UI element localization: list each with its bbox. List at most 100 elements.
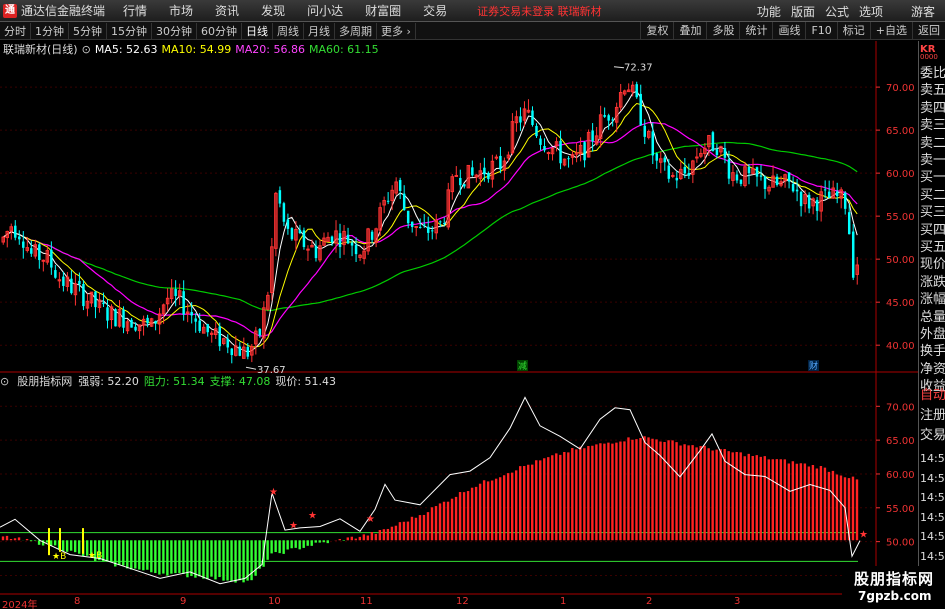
draw-line-button[interactable]: 画线 bbox=[772, 22, 805, 40]
period-15min[interactable]: 15分钟 bbox=[107, 22, 152, 39]
candle-body bbox=[519, 116, 522, 123]
price-tick-label: 70.00 bbox=[886, 83, 915, 94]
login-notice[interactable]: 证券交易未登录 联瑞新材 bbox=[477, 3, 602, 19]
side-time: 14:5 bbox=[920, 491, 945, 504]
candle-body bbox=[723, 148, 727, 158]
candle-body bbox=[194, 318, 197, 322]
multi-stock-button[interactable]: 多股 bbox=[706, 22, 739, 40]
price-tick-label: 60.00 bbox=[886, 169, 915, 180]
date-label: 1 bbox=[560, 596, 567, 607]
period-toolbar: 分时 1分钟 5分钟 15分钟 30分钟 60分钟 日线 周线 月线 多周期 更… bbox=[0, 22, 945, 40]
period-daily[interactable]: 日线 bbox=[242, 22, 273, 39]
candle-body bbox=[78, 280, 81, 285]
candle-body bbox=[851, 231, 855, 278]
candle-body bbox=[218, 326, 221, 347]
candle-body bbox=[338, 233, 342, 247]
star-marker-icon: ★ bbox=[269, 487, 278, 498]
candle-body bbox=[687, 172, 691, 176]
date-label: 3 bbox=[734, 596, 741, 607]
star-marker-icon: ★ bbox=[859, 530, 868, 541]
low-pointer bbox=[245, 366, 257, 370]
restore-rights-button[interactable]: 复权 bbox=[640, 22, 673, 40]
candle-body bbox=[130, 319, 133, 328]
candle-body bbox=[759, 175, 763, 177]
star-marker-icon: ★ bbox=[308, 511, 317, 522]
candle-body bbox=[683, 166, 687, 174]
candle-body bbox=[106, 307, 109, 321]
indicator-name[interactable]: 股朋指标网 bbox=[17, 373, 72, 389]
candle-body bbox=[134, 326, 137, 331]
menu-discover[interactable]: 发现 bbox=[261, 2, 285, 19]
kline-chart[interactable]: 70.00 65.00 60.00 55.00 50.00 45.00 40.00 72.3… bbox=[0, 41, 918, 596]
candle-body bbox=[546, 152, 551, 155]
candle-body bbox=[230, 348, 234, 356]
date-label: 2 bbox=[646, 596, 653, 607]
candle-body bbox=[398, 180, 402, 191]
menu-market[interactable]: 市场 bbox=[169, 2, 193, 19]
strong-weak-value: 强弱: 52.20 bbox=[78, 375, 139, 388]
mark-button[interactable]: 标记 bbox=[836, 22, 870, 40]
candle-body bbox=[487, 172, 490, 180]
period-timeshare[interactable]: 分时 bbox=[0, 22, 31, 39]
register-button[interactable]: 注册 bbox=[919, 406, 945, 426]
candle-body bbox=[671, 174, 675, 177]
menu-layout[interactable]: 版面 bbox=[791, 3, 815, 20]
candle-body bbox=[663, 157, 667, 163]
candle-body bbox=[827, 191, 831, 198]
period-5min[interactable]: 5分钟 bbox=[69, 22, 107, 39]
candle-body bbox=[539, 138, 542, 145]
candle-body bbox=[727, 159, 731, 179]
overlay-button[interactable]: 叠加 bbox=[673, 22, 706, 40]
side-time: 14:5 bbox=[920, 530, 945, 543]
candle-body bbox=[847, 212, 851, 235]
period-30min[interactable]: 30分钟 bbox=[152, 22, 197, 39]
candle-body bbox=[30, 248, 33, 254]
candle-body bbox=[543, 145, 546, 151]
auto-button[interactable]: 自动 bbox=[919, 386, 945, 406]
indicator-tick-label: 60.00 bbox=[886, 470, 915, 481]
menu-news[interactable]: 资讯 bbox=[215, 2, 239, 19]
candle-body bbox=[843, 192, 847, 209]
trade-button[interactable]: 交易 bbox=[919, 426, 945, 446]
date-label: 8 bbox=[74, 596, 81, 607]
period-multi[interactable]: 多周期 bbox=[335, 22, 377, 39]
candle-body bbox=[82, 283, 85, 307]
high-pointer bbox=[613, 66, 625, 69]
candle-body bbox=[603, 115, 606, 117]
title-right-menus: 功能 版面 公式 选项 游客 bbox=[747, 0, 945, 22]
menu-ask[interactable]: 问小达 bbox=[307, 2, 343, 19]
indicator-tick-label: 65.00 bbox=[886, 436, 915, 447]
f10-button[interactable]: F10 bbox=[805, 22, 836, 40]
candle-body bbox=[70, 278, 73, 294]
side-time: 14:5 bbox=[920, 471, 945, 485]
menu-formula[interactable]: 公式 bbox=[825, 3, 849, 20]
period-more[interactable]: 更多 › bbox=[377, 22, 416, 39]
back-button[interactable]: 返回 bbox=[912, 22, 945, 40]
candle-body bbox=[454, 174, 459, 177]
statistics-button[interactable]: 统计 bbox=[739, 22, 772, 40]
menu-wealth-circle[interactable]: 财富圈 bbox=[365, 2, 401, 19]
menu-quotes[interactable]: 行情 bbox=[123, 2, 147, 19]
guest-button[interactable]: 游客 bbox=[911, 3, 935, 20]
indicator-tick-label: 55.00 bbox=[886, 504, 915, 515]
candle-body bbox=[463, 184, 466, 187]
add-watchlist-button[interactable]: +自选 bbox=[869, 22, 912, 40]
period-60min[interactable]: 60分钟 bbox=[197, 22, 242, 39]
event-marker-finance: 财 bbox=[809, 360, 818, 372]
candle-body bbox=[370, 231, 374, 240]
period-monthly[interactable]: 月线 bbox=[304, 22, 335, 39]
menu-trade[interactable]: 交易 bbox=[423, 2, 447, 19]
candle-body bbox=[198, 320, 201, 332]
candle-body bbox=[174, 288, 177, 297]
side-subheader: 0000 bbox=[920, 53, 938, 61]
period-1min[interactable]: 1分钟 bbox=[31, 22, 69, 39]
event-marker-reduce: 减 bbox=[518, 360, 527, 372]
menu-function[interactable]: 功能 bbox=[757, 3, 781, 20]
indicator-toggle-icon[interactable]: ⊙ bbox=[0, 375, 9, 388]
period-weekly[interactable]: 周线 bbox=[273, 22, 304, 39]
candle-body bbox=[535, 125, 538, 137]
candle-body bbox=[791, 184, 795, 192]
menu-options[interactable]: 选项 bbox=[859, 3, 883, 20]
candle-body bbox=[298, 229, 302, 234]
candle-body bbox=[747, 166, 751, 174]
